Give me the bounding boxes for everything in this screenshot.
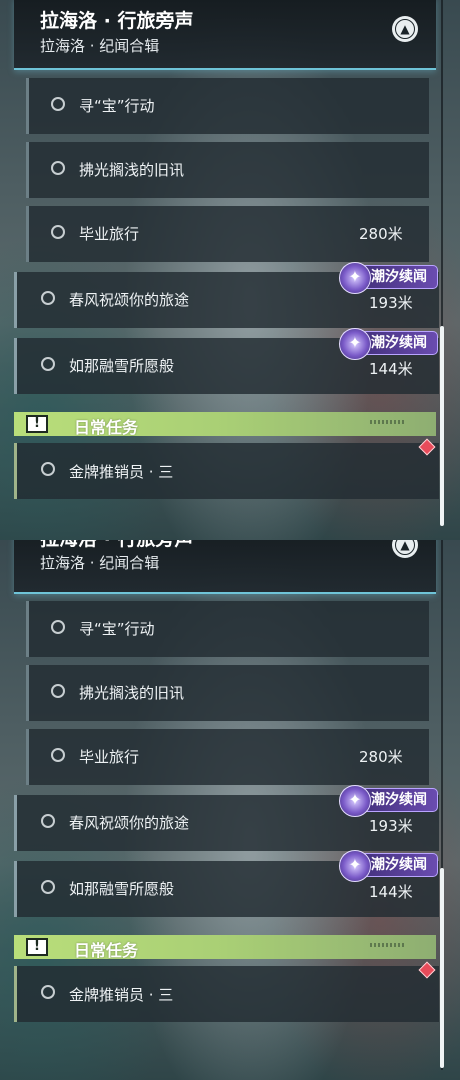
exclamation-icon: ! xyxy=(26,938,48,956)
quest-item[interactable]: 毕业旅行 280米 xyxy=(26,206,429,262)
circle-icon xyxy=(41,814,55,828)
circle-icon xyxy=(41,985,55,999)
badge-label: 潮汐续闻 xyxy=(371,269,427,285)
quest-item[interactable]: 金牌推销员 · 三 xyxy=(14,443,439,499)
quest-name: 拂光搁浅的旧讯 xyxy=(79,684,185,702)
badge-label: 潮汐续闻 xyxy=(371,857,427,873)
quest-item[interactable]: 拂光搁浅的旧讯 xyxy=(26,665,429,721)
section-title: 日常任务 xyxy=(74,941,139,960)
quest-name: 毕业旅行 xyxy=(79,748,140,766)
quest-name: 如那融雪所愿般 xyxy=(69,357,175,375)
quest-panel-top: 拉海洛 · 行旅旁声 拉海洛 · 纪闻合辑 ▲ 寻“宝”行动 拂光搁浅的旧讯 毕… xyxy=(0,0,460,540)
quest-group-header[interactable]: 拉海洛 · 行旅旁声 拉海洛 · 纪闻合辑 ▲ xyxy=(14,540,436,594)
quest-name: 金牌推销员 · 三 xyxy=(69,986,174,1004)
quest-item[interactable]: 寻“宝”行动 xyxy=(26,601,429,657)
circle-icon xyxy=(41,462,55,476)
section-title: 日常任务 xyxy=(74,418,139,437)
quest-item[interactable]: 寻“宝”行动 xyxy=(26,78,429,134)
quest-name: 寻“宝”行动 xyxy=(79,620,155,638)
tide-badge: ✦ 潮汐续闻 xyxy=(339,328,438,360)
quest-distance: 144米 xyxy=(369,360,413,378)
quest-distance: 193米 xyxy=(369,294,413,312)
quest-distance: 280米 xyxy=(359,225,403,243)
tide-icon: ✦ xyxy=(339,785,371,817)
circle-icon xyxy=(51,684,65,698)
quest-name: 毕业旅行 xyxy=(79,225,140,243)
chevron-up-icon[interactable]: ▲ xyxy=(392,540,418,558)
quest-name: 如那融雪所愿般 xyxy=(69,880,175,898)
circle-icon xyxy=(51,161,65,175)
tide-badge: ✦ 潮汐续闻 xyxy=(339,850,438,882)
circle-icon xyxy=(51,620,65,634)
circle-icon xyxy=(41,291,55,305)
circle-icon xyxy=(41,880,55,894)
scrollbar-thumb[interactable] xyxy=(440,326,444,526)
quest-name: 金牌推销员 · 三 xyxy=(69,463,174,481)
daily-section-header[interactable]: ! 日常任务 xyxy=(14,935,436,960)
quest-group-header[interactable]: 拉海洛 · 行旅旁声 拉海洛 · 纪闻合辑 ▲ xyxy=(14,0,436,70)
scrollbar-thumb[interactable] xyxy=(440,868,444,1068)
quest-name: 拂光搁浅的旧讯 xyxy=(79,161,185,179)
quest-item[interactable]: 金牌推销员 · 三 xyxy=(14,966,439,1022)
quest-name: 春风祝颂你的旅途 xyxy=(69,291,190,309)
quest-group-subtitle: 拉海洛 · 纪闻合辑 xyxy=(40,37,160,55)
tide-icon: ✦ xyxy=(339,262,371,294)
chevron-up-icon[interactable]: ▲ xyxy=(392,16,418,42)
tide-badge: ✦ 潮汐续闻 xyxy=(339,785,438,817)
quest-group-title: 拉海洛 · 行旅旁声 xyxy=(40,540,193,551)
badge-label: 潮汐续闻 xyxy=(371,335,427,351)
section-decoration xyxy=(370,943,406,947)
quest-group-title: 拉海洛 · 行旅旁声 xyxy=(40,10,194,32)
quest-group-subtitle: 拉海洛 · 纪闻合辑 xyxy=(40,554,160,572)
badge-label: 潮汐续闻 xyxy=(371,792,427,808)
tide-icon: ✦ xyxy=(339,850,371,882)
quest-distance: 144米 xyxy=(369,883,413,901)
section-decoration xyxy=(370,420,406,424)
quest-name: 寻“宝”行动 xyxy=(79,97,155,115)
quest-distance: 280米 xyxy=(359,748,403,766)
quest-item[interactable]: 毕业旅行 280米 xyxy=(26,729,429,785)
exclamation-icon: ! xyxy=(26,415,48,433)
circle-icon xyxy=(41,357,55,371)
tide-icon: ✦ xyxy=(339,328,371,360)
quest-item[interactable]: 拂光搁浅的旧讯 xyxy=(26,142,429,198)
circle-icon xyxy=(51,97,65,111)
quest-distance: 193米 xyxy=(369,817,413,835)
quest-name: 春风祝颂你的旅途 xyxy=(69,814,190,832)
quest-panel-bottom: 拉海洛 · 行旅旁声 拉海洛 · 纪闻合辑 ▲ 寻“宝”行动 拂光搁浅的旧讯 毕… xyxy=(0,540,460,1080)
daily-section-header[interactable]: ! 日常任务 xyxy=(14,412,436,437)
circle-icon xyxy=(51,748,65,762)
circle-icon xyxy=(51,225,65,239)
tide-badge: ✦ 潮汐续闻 xyxy=(339,262,438,294)
